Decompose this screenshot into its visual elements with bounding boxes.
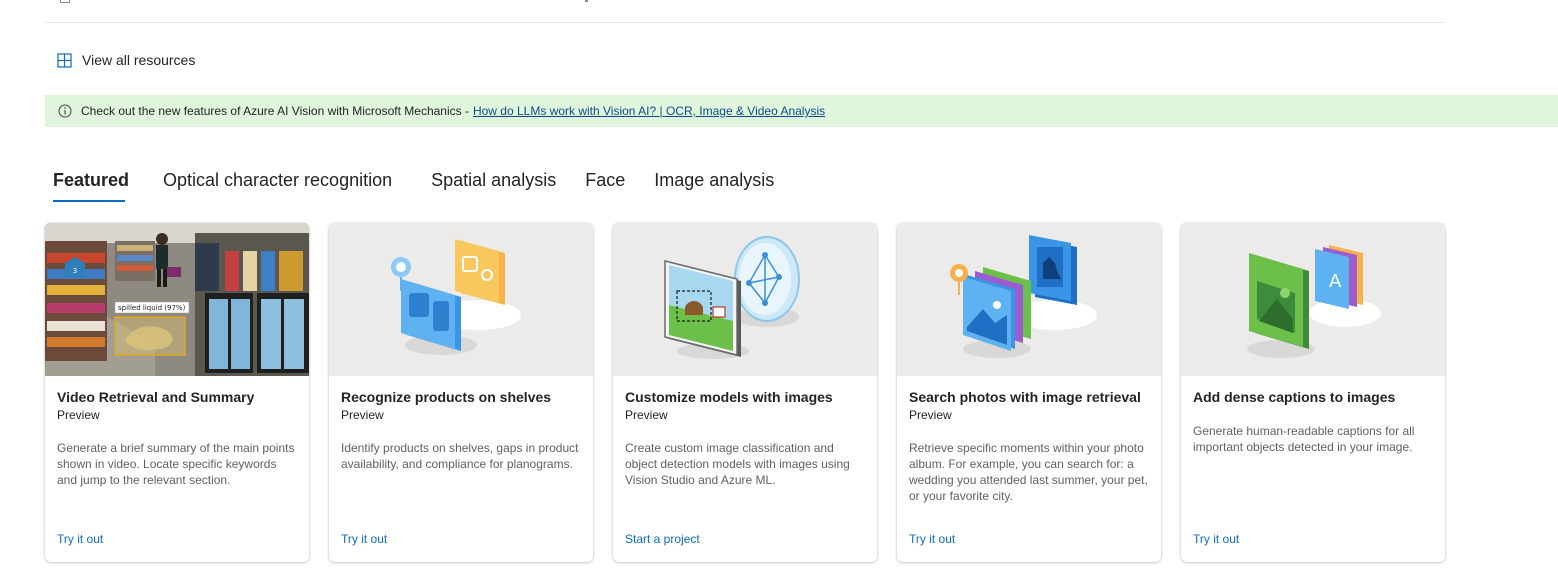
card-description: Generate a brief summary of the main poi…: [57, 441, 295, 487]
card-subtitle: Preview: [57, 408, 100, 422]
photo-stack-icon: [963, 267, 1031, 351]
tab-image-analysis[interactable]: Image analysis: [654, 166, 774, 202]
dense-captions-illustration: A: [1181, 223, 1445, 376]
grid-icon: [57, 52, 72, 68]
card-dense-captions[interactable]: A Add dense captions to images Generate …: [1181, 223, 1445, 562]
card-recognize-products[interactable]: Recognize products on shelves Preview Id…: [329, 223, 593, 562]
caption-glyph: A: [1329, 271, 1342, 292]
previous-section-divider: [45, 0, 1445, 23]
info-banner: Check out the new features of Azure AI V…: [45, 95, 1558, 127]
image-retrieval-illustration: [897, 223, 1161, 376]
card-description: Create custom image classification and o…: [625, 441, 850, 487]
card-action-link[interactable]: Try it out: [909, 532, 955, 546]
tab-featured[interactable]: Featured: [53, 166, 129, 202]
pet-photo-icon: [1029, 235, 1077, 305]
banner-text: Check out the new features of Azure AI V…: [81, 104, 469, 118]
feature-cards: 3 spilled liquid (97%) Video Retrieval a…: [45, 223, 1445, 562]
scan-frame-icon: [455, 239, 505, 305]
store-aisle-image: 3 spilled liquid (97%): [45, 223, 309, 376]
card-customize-models[interactable]: Customize models with images Preview Cre…: [613, 223, 877, 562]
caption-cards-icon: A: [1315, 245, 1363, 309]
aisle-sign-number: 3: [73, 267, 77, 275]
product-recognition-illustration: [329, 223, 593, 376]
card-description: Identify products on shelves, gaps in pr…: [341, 441, 579, 471]
card-action-link[interactable]: Start a project: [625, 532, 700, 546]
card-action-link[interactable]: Try it out: [1193, 532, 1239, 546]
card-description: Retrieve specific moments within your ph…: [909, 441, 1148, 503]
cut-off-text: [585, 0, 588, 2]
cut-off-icon: [60, 0, 70, 3]
card-subtitle: Preview: [341, 408, 384, 422]
custom-model-illustration: [613, 223, 877, 376]
info-icon: [58, 104, 72, 118]
view-all-resources-link[interactable]: View all resources: [57, 50, 195, 70]
card-title: Recognize products on shelves: [341, 389, 552, 405]
card-search-photos[interactable]: Search photos with image retrieval Previ…: [897, 223, 1161, 562]
detection-label: spilled liquid (97%): [118, 304, 186, 312]
card-title: Customize models with images: [625, 389, 833, 405]
card-title: Video Retrieval and Summary: [57, 389, 255, 405]
neural-network-icon: [734, 236, 800, 322]
card-video-retrieval[interactable]: 3 spilled liquid (97%) Video Retrieval a…: [45, 223, 309, 562]
tab-optical-character-recognition[interactable]: Optical character recognition: [163, 166, 392, 202]
card-subtitle: Preview: [625, 408, 668, 422]
card-description: Generate human-readable captions for all…: [1193, 424, 1415, 454]
feature-tabs: Featured Optical character recognition S…: [53, 166, 774, 204]
image-canvas-icon: [664, 260, 741, 357]
card-action-link[interactable]: Try it out: [57, 532, 103, 546]
card-title: Add dense captions to images: [1193, 389, 1396, 405]
tab-spatial-analysis[interactable]: Spatial analysis: [431, 166, 556, 202]
card-title: Search photos with image retrieval: [909, 389, 1141, 405]
tab-face[interactable]: Face: [585, 166, 625, 202]
view-all-resources-label: View all resources: [82, 52, 196, 68]
page: View all resources Check out the new fea…: [0, 0, 1558, 573]
card-subtitle: Preview: [909, 408, 952, 422]
banner-link[interactable]: How do LLMs work with Vision AI? | OCR, …: [473, 104, 825, 118]
image-icon: [1249, 253, 1309, 349]
card-action-link[interactable]: Try it out: [341, 532, 387, 546]
